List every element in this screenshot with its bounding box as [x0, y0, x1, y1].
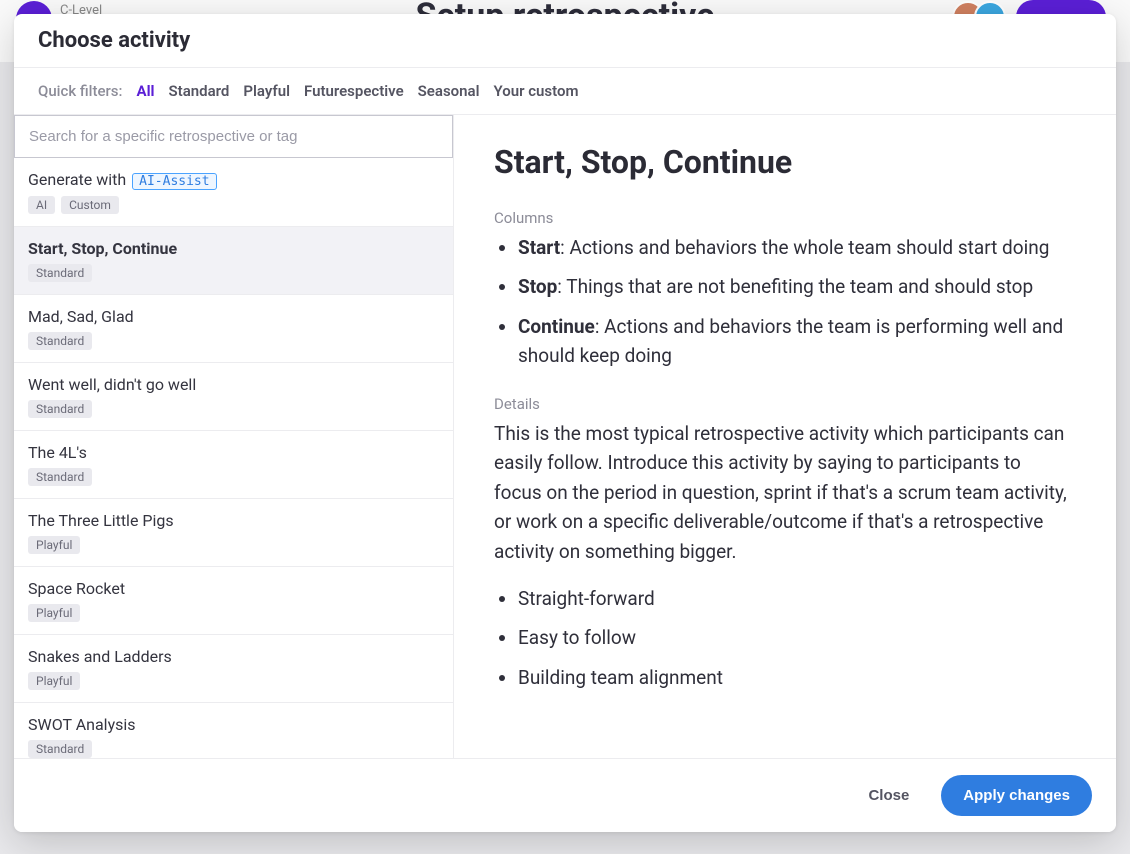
activity-item-tags: Standard	[28, 468, 439, 486]
column-desc: : Things that are not benefiting the tea…	[557, 275, 1033, 298]
search-wrap	[14, 115, 453, 158]
modal-title: Choose activity	[38, 28, 1092, 53]
activity-item-title: Mad, Sad, Glad	[28, 307, 439, 326]
column-name: Continue	[518, 315, 595, 338]
activity-item-tags: Standard	[28, 400, 439, 418]
filter-seasonal[interactable]: Seasonal	[418, 82, 480, 100]
search-input[interactable]	[14, 115, 453, 158]
modal-body: Generate with AI-Assist AI Custom Start, St…	[14, 115, 1116, 758]
activity-item-tags: AI Custom	[28, 196, 439, 214]
details-body: This is the most typical retrospective a…	[494, 419, 1068, 566]
column-desc: : Actions and behaviors the whole team s…	[560, 236, 1049, 259]
close-button[interactable]: Close	[854, 777, 923, 814]
activity-item[interactable]: The Three Little Pigs Playful	[14, 499, 453, 567]
activity-item[interactable]: Space Rocket Playful	[14, 567, 453, 635]
filter-playful[interactable]: Playful	[243, 82, 290, 100]
activity-item[interactable]: Mad, Sad, Glad Standard	[14, 295, 453, 363]
tag: Standard	[28, 740, 92, 758]
filter-futurespective[interactable]: Futurespective	[304, 82, 404, 100]
activity-item-title-prefix: Generate with	[28, 170, 130, 189]
activity-item-tags: Standard	[28, 740, 439, 758]
column-desc: : Actions and behaviors the team is perf…	[518, 315, 1063, 367]
activity-item-title: Space Rocket	[28, 579, 439, 598]
activity-item-title: Snakes and Ladders	[28, 647, 439, 666]
filter-your-custom[interactable]: Your custom	[493, 82, 578, 100]
activity-item-title: Generate with AI-Assist	[28, 170, 439, 190]
choose-activity-modal: Choose activity Quick filters: All Stand…	[14, 14, 1116, 832]
activity-item-title: Went well, didn't go well	[28, 375, 439, 394]
tag: Standard	[28, 468, 92, 486]
activity-item-tags: Playful	[28, 604, 439, 622]
column-name: Stop	[518, 275, 557, 298]
activity-item-tags: Playful	[28, 536, 439, 554]
ai-assist-badge: AI-Assist	[132, 173, 216, 190]
activity-item-tags: Standard	[28, 264, 439, 282]
tag: Standard	[28, 332, 92, 350]
details-section-label: Details	[494, 395, 1068, 413]
details-bullets: Straight-forward Easy to follow Building t…	[494, 584, 1068, 692]
column-item: Start: Actions and behaviors the whole t…	[518, 233, 1068, 262]
column-item: Continue: Actions and behaviors the team…	[518, 312, 1068, 371]
activity-item-title: The 4L's	[28, 443, 439, 462]
activity-item[interactable]: Start, Stop, Continue Standard	[14, 227, 453, 295]
tag: AI	[28, 196, 55, 214]
tag: Custom	[61, 196, 119, 214]
detail-title: Start, Stop, Continue	[494, 143, 1068, 181]
activity-detail-panel[interactable]: Start, Stop, Continue Columns Start: Act…	[454, 115, 1116, 758]
column-name: Start	[518, 236, 560, 259]
tag: Playful	[28, 604, 80, 622]
activity-item-title: The Three Little Pigs	[28, 511, 439, 530]
columns-section-label: Columns	[494, 209, 1068, 227]
detail-bullet: Building team alignment	[518, 663, 1068, 692]
column-item: Stop: Things that are not benefiting the…	[518, 272, 1068, 301]
quick-filters-label: Quick filters:	[38, 82, 122, 100]
apply-changes-button[interactable]: Apply changes	[941, 775, 1092, 816]
filter-standard[interactable]: Standard	[169, 82, 230, 100]
quick-filters-bar: Quick filters: All Standard Playful Futu…	[14, 67, 1116, 115]
activity-list[interactable]: Generate with AI-Assist AI Custom Start, St…	[14, 158, 453, 758]
tag: Standard	[28, 264, 92, 282]
activity-item[interactable]: The 4L's Standard	[14, 431, 453, 499]
activity-item-tags: Playful	[28, 672, 439, 690]
activity-item-title: SWOT Analysis	[28, 715, 439, 734]
tag: Playful	[28, 672, 80, 690]
modal-footer: Close Apply changes	[14, 758, 1116, 832]
activity-item[interactable]: Snakes and Ladders Playful	[14, 635, 453, 703]
activity-item-tags: Standard	[28, 332, 439, 350]
activity-item[interactable]: Went well, didn't go well Standard	[14, 363, 453, 431]
columns-list: Start: Actions and behaviors the whole t…	[494, 233, 1068, 371]
activity-item[interactable]: SWOT Analysis Standard	[14, 703, 453, 758]
activity-item-title: Start, Stop, Continue	[28, 239, 439, 258]
detail-bullet: Easy to follow	[518, 623, 1068, 652]
tag: Playful	[28, 536, 80, 554]
activity-left-panel: Generate with AI-Assist AI Custom Start, St…	[14, 115, 454, 758]
filter-all[interactable]: All	[136, 82, 154, 100]
detail-bullet: Straight-forward	[518, 584, 1068, 613]
activity-item[interactable]: Generate with AI-Assist AI Custom	[14, 158, 453, 227]
modal-header: Choose activity	[14, 14, 1116, 67]
tag: Standard	[28, 400, 92, 418]
